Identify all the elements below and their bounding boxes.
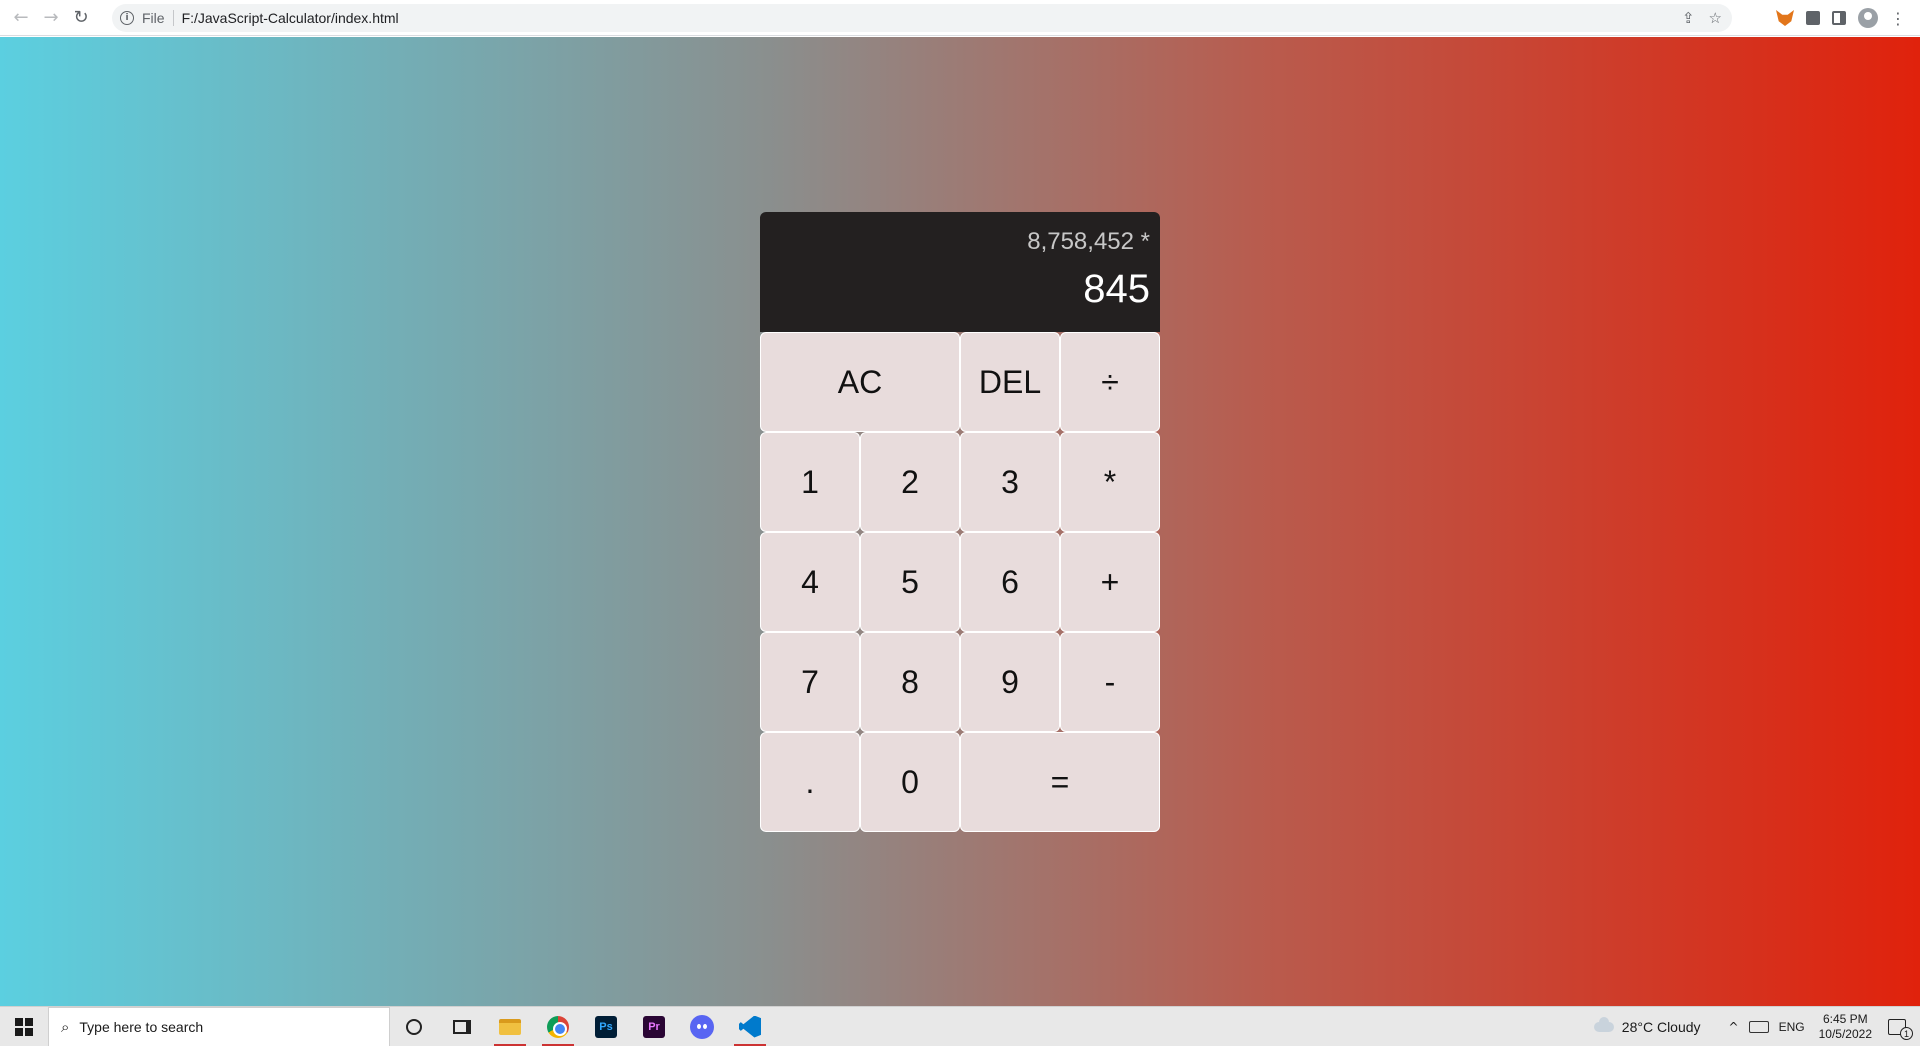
digit-9-button[interactable]: 9 bbox=[960, 632, 1060, 732]
digit-7-button[interactable]: 7 bbox=[760, 632, 860, 732]
premiere-button[interactable]: Pr bbox=[630, 1007, 678, 1046]
all-clear-button[interactable]: AC bbox=[760, 332, 960, 432]
digit-3-button[interactable]: 3 bbox=[960, 432, 1060, 532]
side-panel-icon[interactable] bbox=[1832, 11, 1846, 25]
url-text[interactable]: F:/JavaScript-Calculator/index.html bbox=[182, 10, 399, 26]
back-arrow-icon[interactable]: ← bbox=[6, 3, 36, 33]
discord-button[interactable] bbox=[678, 1007, 726, 1046]
chrome-icon bbox=[547, 1015, 569, 1038]
profile-avatar-icon[interactable] bbox=[1858, 8, 1878, 28]
reload-icon[interactable]: ↻ bbox=[66, 3, 96, 33]
equals-button[interactable]: = bbox=[960, 732, 1160, 832]
extensions-puzzle-icon[interactable] bbox=[1806, 11, 1820, 25]
cortana-button[interactable] bbox=[390, 1007, 438, 1046]
search-placeholder: Type here to search bbox=[79, 1018, 204, 1035]
current-operand: 845 bbox=[1083, 267, 1150, 312]
windows-logo-icon bbox=[15, 1017, 33, 1036]
previous-operand: 8,758,452 * bbox=[1027, 227, 1150, 255]
taskbar-search-box[interactable]: ⌕ Type here to search bbox=[48, 1006, 390, 1046]
metamask-extension-icon[interactable] bbox=[1776, 10, 1794, 26]
divide-button[interactable]: ÷ bbox=[1060, 332, 1160, 432]
vscode-button[interactable] bbox=[726, 1007, 774, 1046]
task-view-icon bbox=[453, 1019, 471, 1034]
chevron-up-icon[interactable]: ^ bbox=[1729, 1020, 1739, 1034]
premiere-icon: Pr bbox=[643, 1015, 665, 1038]
browser-toolbar: ← → ↻ i File F:/JavaScript-Calculator/in… bbox=[0, 0, 1920, 36]
file-explorer-button[interactable] bbox=[486, 1007, 534, 1046]
photoshop-icon: Ps bbox=[595, 1015, 617, 1038]
digit-0-button[interactable]: 0 bbox=[860, 732, 960, 832]
notification-center-icon[interactable]: 1 bbox=[1888, 1019, 1913, 1040]
notification-badge: 1 bbox=[1900, 1027, 1913, 1040]
clock[interactable]: 6:45 PM 10/5/2022 bbox=[1819, 1012, 1872, 1042]
share-icon[interactable]: ⇪ bbox=[1682, 9, 1695, 27]
multiply-button[interactable]: * bbox=[1060, 432, 1160, 532]
kebab-menu-icon[interactable]: ⋮ bbox=[1890, 9, 1906, 28]
weather-widget[interactable]: 28°C Cloudy bbox=[1622, 1019, 1701, 1035]
system-tray: 28°C Cloudy ^ ENG 6:45 PM 10/5/2022 1 bbox=[1593, 1007, 1920, 1046]
digit-6-button[interactable]: 6 bbox=[960, 532, 1060, 632]
file-explorer-icon bbox=[499, 1018, 521, 1035]
bookmark-star-icon[interactable]: ☆ bbox=[1709, 9, 1722, 27]
clock-date: 10/5/2022 bbox=[1818, 1027, 1872, 1041]
decimal-point-button[interactable]: . bbox=[760, 732, 860, 832]
discord-icon bbox=[690, 1014, 714, 1039]
start-button[interactable] bbox=[0, 1007, 48, 1046]
photoshop-button[interactable]: Ps bbox=[582, 1007, 630, 1046]
site-info-icon[interactable]: i bbox=[120, 11, 134, 25]
digit-1-button[interactable]: 1 bbox=[760, 432, 860, 532]
digit-8-button[interactable]: 8 bbox=[860, 632, 960, 732]
plus-button[interactable]: + bbox=[1060, 532, 1160, 632]
page-viewport: 8,758,452 * 845 AC DEL ÷ 1 2 3 * 4 5 6 +… bbox=[0, 37, 1920, 1006]
minus-button[interactable]: - bbox=[1060, 632, 1160, 732]
taskbar: ⌕ Type here to search Ps Pr 28°C Cloudy … bbox=[0, 1006, 1920, 1046]
digit-5-button[interactable]: 5 bbox=[860, 532, 960, 632]
omnibox-divider bbox=[172, 10, 174, 26]
address-bar[interactable]: i File F:/JavaScript-Calculator/index.ht… bbox=[112, 4, 1732, 32]
clock-time: 6:45 PM bbox=[1822, 1012, 1868, 1026]
digit-4-button[interactable]: 4 bbox=[760, 532, 860, 632]
keyboard-icon[interactable] bbox=[1748, 1021, 1769, 1033]
scheme-label: File bbox=[142, 10, 165, 26]
calculator-display: 8,758,452 * 845 bbox=[760, 212, 1160, 332]
delete-button[interactable]: DEL bbox=[960, 332, 1060, 432]
calculator: 8,758,452 * 845 AC DEL ÷ 1 2 3 * 4 5 6 +… bbox=[760, 212, 1160, 832]
digit-2-button[interactable]: 2 bbox=[860, 432, 960, 532]
language-indicator[interactable]: ENG bbox=[1779, 1020, 1805, 1034]
vscode-icon bbox=[739, 1015, 761, 1038]
forward-arrow-icon[interactable]: → bbox=[36, 3, 66, 33]
cloud-weather-icon bbox=[1593, 1017, 1614, 1032]
cortana-icon bbox=[406, 1018, 422, 1035]
search-icon: ⌕ bbox=[61, 1017, 70, 1036]
chrome-button[interactable] bbox=[534, 1007, 582, 1046]
task-view-button[interactable] bbox=[438, 1007, 486, 1046]
